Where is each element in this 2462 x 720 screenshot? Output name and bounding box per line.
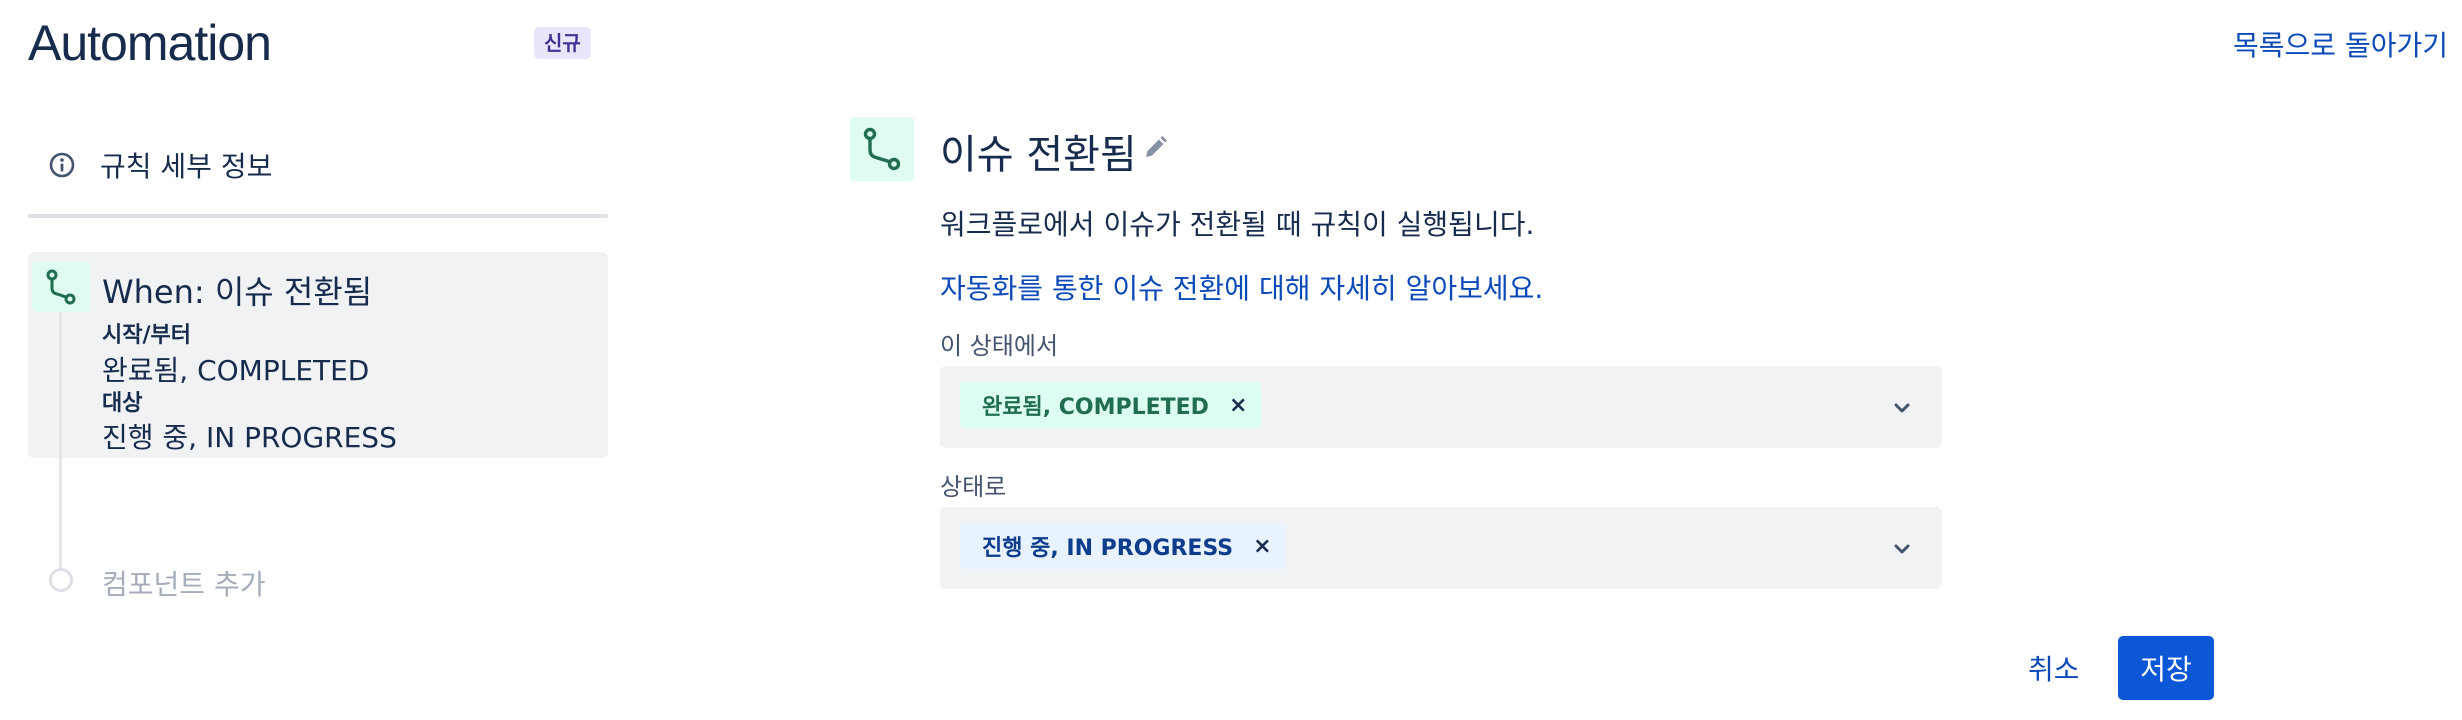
- status-chip-completed: 완료됨, COMPLETED ×: [960, 382, 1262, 428]
- new-badge: 신규: [534, 27, 591, 59]
- cancel-button[interactable]: 취소: [2016, 636, 2092, 700]
- remove-icon[interactable]: ×: [1229, 393, 1247, 418]
- from-status-select[interactable]: 완료됨, COMPLETED ×: [940, 366, 1942, 448]
- to-status-label: 상태로: [940, 473, 1007, 501]
- save-button[interactable]: 저장: [2118, 636, 2214, 700]
- add-component-dot: [49, 568, 73, 592]
- page-title: Automation: [28, 15, 272, 71]
- sidebar-divider: [28, 214, 608, 218]
- chevron-down-icon[interactable]: [1890, 537, 1914, 561]
- trigger-from-label: 시작/부터: [102, 323, 191, 348]
- to-status-select[interactable]: 진행 중, IN PROGRESS ×: [940, 507, 1942, 589]
- remove-icon[interactable]: ×: [1253, 534, 1271, 559]
- main-trigger-icon-box: [850, 117, 914, 181]
- rule-details-item[interactable]: 규칙 세부 정보: [28, 135, 608, 195]
- status-chip-in-progress: 진행 중, IN PROGRESS ×: [960, 523, 1286, 569]
- timeline-line: [59, 312, 62, 570]
- transition-icon: [863, 127, 901, 171]
- learn-more-link[interactable]: 자동화를 통한 이슈 전환에 대해 자세히 알아보세요.: [940, 267, 1543, 307]
- chip-label: 완료됨, COMPLETED: [982, 395, 1209, 420]
- trigger-from-value: 완료됨, COMPLETED: [102, 354, 370, 387]
- pencil-icon[interactable]: [1140, 133, 1170, 163]
- trigger-heading: 이슈 전환됨: [940, 132, 1137, 178]
- transition-icon: [46, 269, 76, 305]
- from-status-label: 이 상태에서: [940, 332, 1059, 360]
- chevron-down-icon[interactable]: [1890, 396, 1914, 420]
- trigger-icon-box: [32, 262, 90, 312]
- rule-details-label: 규칙 세부 정보: [100, 150, 273, 183]
- trigger-description: 워크플로에서 이슈가 전환될 때 규칙이 실행됩니다.: [940, 208, 1535, 241]
- trigger-to-value: 진행 중, IN PROGRESS: [102, 421, 397, 454]
- add-component-link[interactable]: 컴포넌트 추가: [102, 563, 265, 603]
- trigger-to-label: 대상: [102, 391, 143, 416]
- trigger-title: When: 이슈 전환됨: [102, 273, 373, 311]
- chip-label: 진행 중, IN PROGRESS: [982, 536, 1234, 561]
- back-to-list-link[interactable]: 목록으로 돌아가기: [2233, 24, 2448, 64]
- info-icon: [49, 152, 75, 178]
